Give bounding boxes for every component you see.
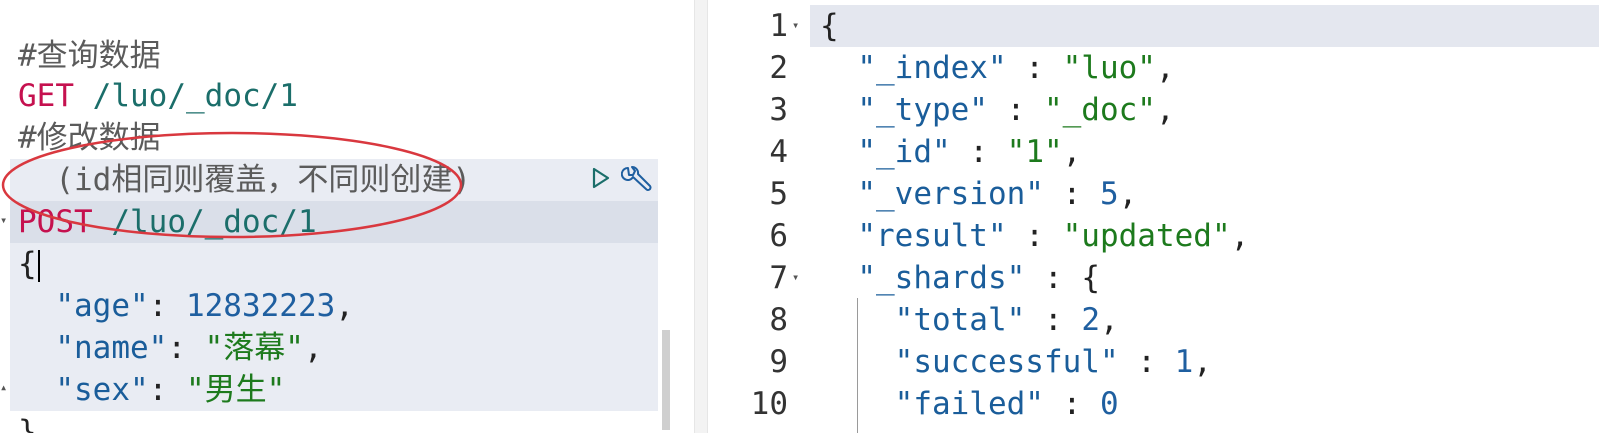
response-line: "failed" : 0 xyxy=(894,386,1119,422)
json-key: "total" xyxy=(894,302,1026,338)
line-number-gutter: 1 2 3 4 5 6 7 8 9 10 xyxy=(708,0,810,433)
editor-line-close-brace[interactable]: } xyxy=(0,369,660,433)
line-number: 2 xyxy=(769,50,788,86)
json-value: "1" xyxy=(1006,134,1063,170)
json-key: "successful" xyxy=(894,344,1119,380)
response-line: "result" : "updated", xyxy=(857,218,1250,254)
editor-line-sex[interactable]: "sex": "男生" xyxy=(0,327,660,408)
response-line: "_index" : "luo", xyxy=(857,50,1175,86)
vertical-scrollbar[interactable] xyxy=(662,330,670,430)
json-key: "_type" xyxy=(857,92,988,128)
line-number: 4 xyxy=(769,134,788,170)
editor-line-get-request[interactable]: GET /luo/_doc/1 xyxy=(0,33,660,114)
json-value: 0 xyxy=(1099,386,1119,422)
json-value: "luo" xyxy=(1062,50,1156,86)
json-key: "_index" xyxy=(857,50,1007,86)
line-number: 7 xyxy=(769,260,788,296)
response-line: "_version" : 5, xyxy=(857,176,1138,212)
json-comma: , xyxy=(1230,218,1250,254)
line-number: 6 xyxy=(769,218,788,254)
json-value: "updated" xyxy=(1062,218,1231,254)
response-line: "successful" : 1, xyxy=(894,344,1212,380)
json-comma: , xyxy=(1062,134,1082,170)
response-line: "_shards" : { xyxy=(857,260,1100,296)
editor-line-comment-query[interactable]: #查询数据 xyxy=(0,0,660,74)
pane-resizer[interactable] xyxy=(694,0,708,433)
json-key: "_shards" xyxy=(857,260,1026,296)
json-key: "_version" xyxy=(857,176,1044,212)
json-value: 2 xyxy=(1081,302,1100,338)
editor-line-age[interactable]: "age": 12832223, xyxy=(0,243,660,324)
json-comma: , xyxy=(1118,176,1138,212)
response-line: "total" : 2, xyxy=(894,302,1119,338)
json-comma: , xyxy=(1155,50,1175,86)
annotation-ellipse xyxy=(1,131,463,239)
json-key: "_id" xyxy=(857,134,951,170)
line-number: 1 xyxy=(769,8,788,44)
fold-toggle-icon[interactable]: ▾ xyxy=(792,270,799,284)
line-number: 10 xyxy=(750,386,788,422)
brace: } xyxy=(18,414,37,433)
response-line: { xyxy=(820,8,839,44)
json-comma: , xyxy=(1193,344,1212,380)
json-key: "failed" xyxy=(894,386,1044,422)
active-line-highlight xyxy=(708,5,1599,47)
line-number: 9 xyxy=(769,344,788,380)
editor-line-comment-update[interactable]: #修改数据 xyxy=(0,75,660,156)
json-value: 5 xyxy=(1099,176,1119,212)
response-line: "_id" : "1", xyxy=(857,134,1082,170)
json-value: 1 xyxy=(1174,344,1194,380)
request-editor[interactable]: #查询数据 GET /luo/_doc/1 #修改数据 (id相同则覆盖，不同则… xyxy=(0,0,694,433)
line-number: 3 xyxy=(769,92,788,128)
json-key: "result" xyxy=(857,218,1007,254)
json-comma: , xyxy=(1155,92,1175,128)
json-comma: , xyxy=(1099,302,1119,338)
fold-toggle-icon[interactable]: ▾ xyxy=(792,18,799,32)
play-icon[interactable] xyxy=(590,166,612,190)
json-value: { xyxy=(1081,260,1100,296)
response-viewer[interactable]: 1 2 3 4 5 6 7 8 9 10 ▾ ▾ { "_index" : "l… xyxy=(708,0,1599,433)
json-value: "_doc" xyxy=(1043,92,1156,128)
editor-line-name[interactable]: "name": "落幕", xyxy=(0,285,660,366)
response-line: "_type" : "_doc", xyxy=(857,92,1175,128)
line-number: 8 xyxy=(769,302,788,338)
wrench-icon[interactable] xyxy=(621,163,655,195)
line-number: 5 xyxy=(769,176,788,212)
